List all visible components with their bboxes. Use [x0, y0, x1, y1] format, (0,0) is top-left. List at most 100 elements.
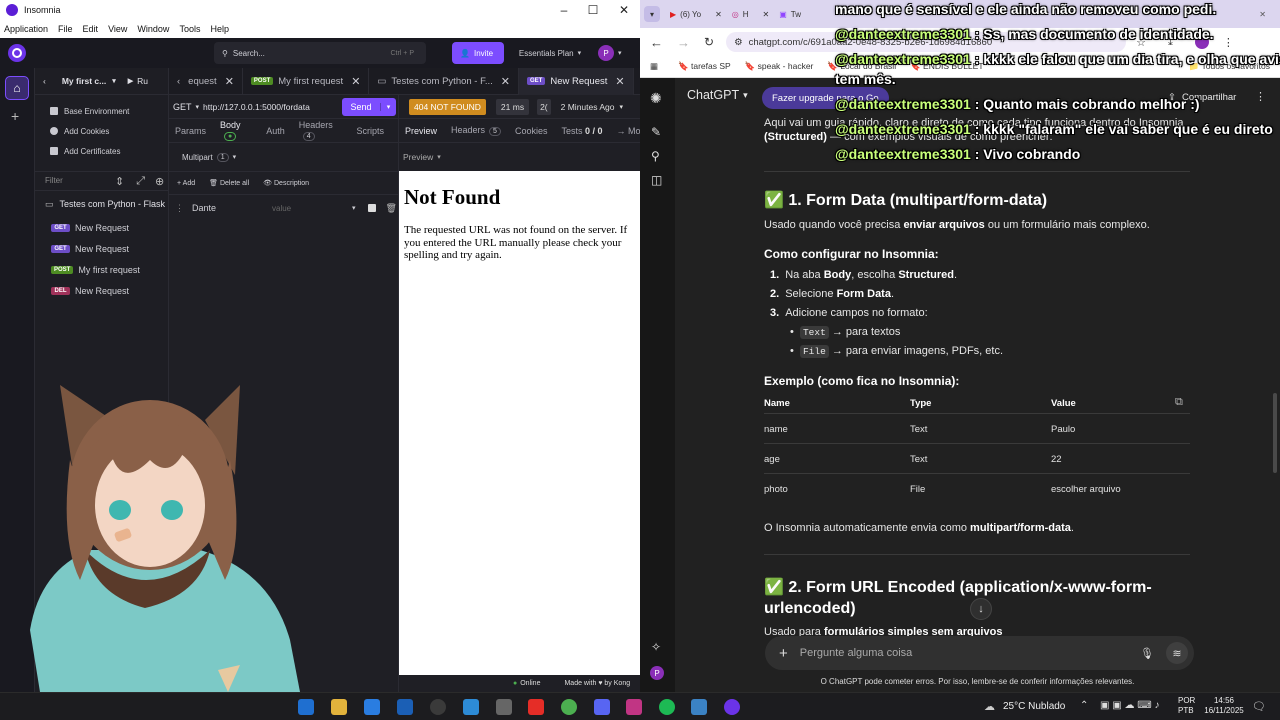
checkbox-icon[interactable] [367, 204, 376, 212]
menu-dots-icon[interactable]: ⋮ [1223, 36, 1234, 49]
instagram-icon[interactable] [626, 699, 642, 715]
search-input[interactable]: ⚲ Search... Ctrl + P [214, 42, 426, 64]
drag-handle-icon[interactable]: ⋮ [175, 203, 184, 214]
list-item[interactable]: POST My first request [35, 259, 168, 280]
close-icon[interactable]: ✕ [609, 0, 639, 20]
browser-tab-label[interactable]: Tw [791, 10, 801, 19]
site-info-icon[interactable]: ⚙ [734, 37, 743, 48]
add-certificates-link[interactable]: Add Certificates [35, 141, 168, 161]
field-value-input[interactable]: value [272, 204, 352, 213]
insomnia-taskbar-icon[interactable] [724, 699, 740, 715]
filter-input[interactable]: Filter [41, 174, 103, 189]
chevron-down-icon[interactable]: ▾ [380, 102, 396, 111]
obs-icon[interactable] [430, 699, 446, 715]
window-close-icon[interactable]: ✕ [1259, 10, 1266, 19]
maximize-icon[interactable]: ☐ [578, 0, 608, 20]
avatar[interactable]: P [650, 666, 664, 680]
close-tab-icon[interactable]: ✕ [351, 75, 360, 88]
tab-collection[interactable]: ▭ Testes com Python - F... ✕ [369, 67, 519, 95]
tray-icons[interactable]: ▣ ▣ ☁ ⌨ ♪ [1100, 700, 1159, 711]
delete-all-button[interactable]: 🗑 Delete all [209, 179, 249, 187]
microphone-icon[interactable]: 🎙 [1140, 647, 1154, 660]
clock[interactable]: 14:56 16/11/2025 [1204, 696, 1244, 716]
app-icon[interactable] [496, 699, 512, 715]
list-item[interactable]: DEL New Request [35, 280, 168, 301]
tab-scripts[interactable]: Scripts [356, 126, 384, 136]
vscode-icon[interactable] [463, 699, 479, 715]
tab-cookies[interactable]: Cookies [515, 126, 548, 136]
copy-icon[interactable]: ⧉ [1175, 396, 1183, 409]
sparkle-icon[interactable]: ✧ [651, 640, 661, 654]
expand-icon[interactable]: ⤢ [136, 175, 145, 188]
bookmark-item[interactable]: 🔖 tarefas SP [678, 61, 731, 72]
voice-mode-icon[interactable]: ≋ [1166, 642, 1188, 664]
list-item[interactable]: GET New Request [35, 217, 168, 238]
browser-tab-label[interactable]: (6) Yo [680, 10, 701, 19]
menu-help[interactable]: Help [210, 24, 229, 34]
description-toggle[interactable]: 👁 Description [263, 179, 309, 187]
browser-tab-label[interactable]: H [743, 10, 749, 19]
tab-params[interactable]: Params [175, 126, 206, 136]
bookmark-item[interactable]: 🔖 speak - hacker [745, 61, 814, 72]
tab-mock[interactable]: → Mock [617, 126, 640, 136]
add-field-button[interactable]: + Add [177, 180, 195, 187]
tab-request-1[interactable]: ‹ equest ✕ [169, 67, 243, 95]
chatgpt-logo-icon[interactable]: ✺ [650, 90, 662, 107]
menu-edit[interactable]: Edit [83, 24, 99, 34]
library-icon[interactable]: ◫ [651, 173, 662, 187]
tray-chevron-icon[interactable]: ⌃ [1080, 700, 1088, 711]
apps-icon[interactable]: ▦ [650, 61, 658, 72]
response-ago[interactable]: 2 Minutes Ago [561, 102, 615, 112]
tab-active-request[interactable]: GET New Request ✕ [519, 67, 634, 95]
vnote-icon[interactable] [691, 699, 707, 715]
menu-application[interactable]: Application [4, 24, 48, 34]
outlook-icon[interactable] [397, 699, 413, 715]
forward-icon[interactable]: → [677, 35, 690, 50]
base-environment-link[interactable]: Base Environment [35, 101, 168, 121]
delete-icon[interactable]: 🗑 [386, 203, 397, 214]
edge-icon[interactable] [298, 699, 314, 715]
minimize-icon[interactable]: – [549, 0, 579, 20]
run-button[interactable]: Ru [137, 76, 148, 86]
menu-file[interactable]: File [58, 24, 73, 34]
tab-preview[interactable]: Preview [405, 126, 437, 136]
model-selector[interactable]: ChatGPT ▾ [687, 88, 748, 102]
notification-icon[interactable]: 🗨 [1252, 700, 1266, 713]
field-name-input[interactable]: Dante [192, 203, 272, 213]
tab-auth[interactable]: Auth [266, 126, 285, 136]
store-icon[interactable] [364, 699, 380, 715]
method-select[interactable]: GET [173, 102, 192, 112]
body-type-select[interactable]: Multipart 1 ▾ [169, 143, 398, 171]
close-tab-icon[interactable]: ✕ [501, 75, 510, 88]
plan-button[interactable]: Essentials Plan ▾ [512, 42, 588, 64]
close-tab-icon[interactable]: ✕ [615, 75, 624, 88]
collection-folder[interactable]: ▭ Testes com Python - Flask [35, 191, 168, 217]
close-tab-icon[interactable]: ✕ [225, 75, 234, 88]
more-options-icon[interactable]: ⋮ [1255, 90, 1266, 103]
chevron-down-icon[interactable]: ▾ [352, 204, 356, 212]
menu-window[interactable]: Window [137, 24, 169, 34]
tab-request-2[interactable]: POST My first request ✕ [243, 67, 370, 95]
list-item[interactable]: GET New Request [35, 238, 168, 259]
back-icon[interactable]: ‹ [43, 76, 46, 86]
spotify-icon[interactable] [659, 699, 675, 715]
menu-tools[interactable]: Tools [179, 24, 200, 34]
reload-icon[interactable]: ↻ [704, 35, 714, 49]
preview-mode-select[interactable]: Preview ▾ [399, 143, 640, 170]
home-icon[interactable]: ⌂ [5, 76, 29, 100]
tab-headers[interactable]: Headers 4 [299, 120, 343, 141]
add-project-icon[interactable]: + [11, 108, 19, 124]
close-tab-icon[interactable]: ✕ [763, 10, 770, 19]
scroll-down-icon[interactable]: ↓ [970, 598, 992, 620]
file-explorer-icon[interactable] [331, 699, 347, 715]
sort-icon[interactable]: ⇕ [115, 175, 124, 188]
chrome-icon[interactable] [561, 699, 577, 715]
back-icon[interactable]: ← [650, 35, 663, 50]
url-input[interactable]: http://127.0.0.1:5000/fordata [203, 102, 338, 112]
weather-text[interactable]: 25°C Nublado [1003, 701, 1065, 712]
composer[interactable]: + Pergunte alguma coisa 🎙 ≋ [765, 636, 1194, 670]
scrollbar[interactable] [1273, 393, 1277, 473]
composer-input[interactable]: Pergunte alguma coisa [800, 647, 1140, 659]
add-icon[interactable]: ⊕ [155, 175, 164, 188]
send-button[interactable]: Send ▾ [342, 97, 397, 116]
